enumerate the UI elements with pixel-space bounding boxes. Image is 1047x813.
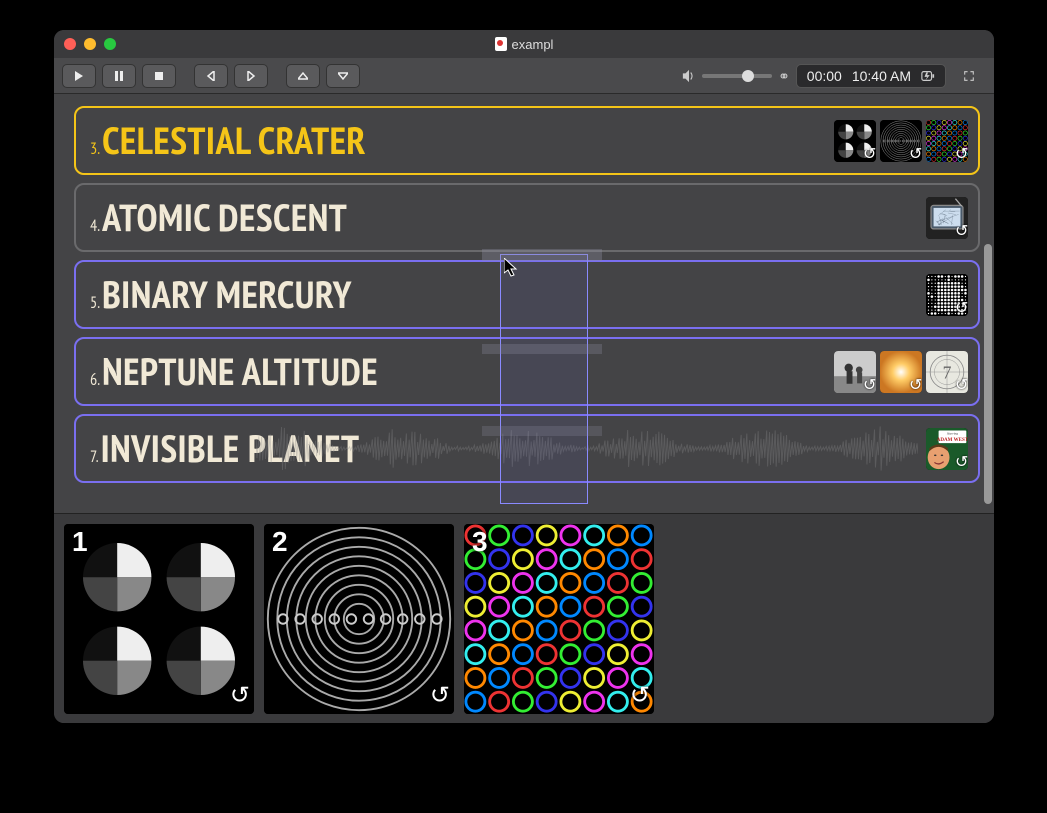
toolbar: ⚭ 00:00 10:40 AM: [54, 58, 994, 94]
track-thumb-photo[interactable]: ↺: [834, 351, 876, 393]
track-row[interactable]: 4. ATOMIC DESCENT ↺: [74, 183, 980, 252]
volume-thumb[interactable]: [742, 70, 754, 82]
traffic-lights: [64, 38, 116, 50]
preview-tray: 1↺2↺3↺: [54, 513, 994, 723]
app-window: exampl: [54, 30, 994, 723]
track-thumbs: Starring ADAM WEST ↺: [926, 428, 968, 470]
track-number: 5.: [90, 293, 100, 319]
stop-button[interactable]: [142, 64, 176, 88]
svg-text:Starring: Starring: [947, 431, 959, 435]
window-title: exampl: [54, 37, 994, 52]
close-button[interactable]: [64, 38, 76, 50]
loop-badge-icon: ↺: [955, 149, 967, 161]
loop-badge-icon: ↺: [430, 679, 450, 710]
track-row[interactable]: 3. CELESTIAL CRATER ↺ ↺ ↺: [74, 106, 980, 175]
track-number: 3.: [90, 139, 100, 165]
content-area: 3. CELESTIAL CRATER ↺ ↺ ↺ 4.: [54, 94, 994, 723]
loop-badge-icon: ↺: [230, 679, 250, 710]
play-button[interactable]: [62, 64, 96, 88]
titlebar: exampl: [54, 30, 994, 58]
loop-badge-icon: ↺: [630, 679, 650, 710]
track-title: ATOMIC DESCENT: [102, 193, 347, 242]
pause-button[interactable]: [102, 64, 136, 88]
track-list[interactable]: 3. CELESTIAL CRATER ↺ ↺ ↺ 4.: [54, 94, 994, 513]
track-thumbs: ↺: [926, 274, 968, 316]
track-thumb-mosaic[interactable]: ↺: [926, 120, 968, 162]
track-title: NEPTUNE ALTITUDE: [102, 347, 378, 396]
track-thumbs: ↺: [926, 197, 968, 239]
status-time-box: 00:00 10:40 AM: [796, 64, 946, 88]
svg-text:ADAM WEST: ADAM WEST: [937, 437, 968, 443]
track-row[interactable]: 6. NEPTUNE ALTITUDE ↺ ↺ 7 ↺: [74, 337, 980, 406]
track-thumb-countdown[interactable]: 7 ↺: [926, 351, 968, 393]
clock-time: 10:40 AM: [852, 68, 911, 84]
tray-item-pies[interactable]: 1↺: [64, 524, 254, 714]
track-thumb-adamwest[interactable]: Starring ADAM WEST ↺: [926, 428, 968, 470]
volume-icon: [682, 69, 696, 83]
tray-number: 1: [72, 526, 88, 558]
tray-item-rings[interactable]: 2↺: [264, 524, 454, 714]
loop-badge-icon: ↺: [863, 380, 875, 392]
track-title: CELESTIAL CRATER: [102, 116, 366, 165]
tray-number: 2: [272, 526, 288, 558]
track-row[interactable]: 5. BINARY MERCURY ↺: [74, 260, 980, 329]
down-button[interactable]: [326, 64, 360, 88]
track-thumb-sun[interactable]: ↺: [880, 351, 922, 393]
svg-text:7: 7: [943, 362, 952, 382]
loop-badge-icon: ↺: [863, 149, 875, 161]
track-number: 4.: [90, 216, 100, 242]
loop-badge-icon: ↺: [909, 380, 921, 392]
loop-badge-icon: ↺: [955, 457, 967, 469]
track-row[interactable]: 7. INVISIBLE PLANET Starring ADAM WEST ↺: [74, 414, 980, 483]
up-button[interactable]: [286, 64, 320, 88]
track-number: 7.: [90, 447, 99, 473]
track-title: BINARY MERCURY: [102, 270, 352, 319]
vertical-scrollbar[interactable]: [984, 244, 992, 504]
track-thumbs: ↺ ↺ ↺: [834, 120, 968, 162]
track-thumbs: ↺ ↺ 7 ↺: [834, 351, 968, 393]
track-thumb-dots[interactable]: ↺: [926, 274, 968, 316]
track-thumb-pies[interactable]: ↺: [834, 120, 876, 162]
loop-badge-icon: ↺: [955, 226, 967, 238]
elapsed-time: 00:00: [807, 68, 842, 84]
document-icon: [495, 37, 507, 51]
track-thumb-rings[interactable]: ↺: [880, 120, 922, 162]
waveform: [256, 426, 918, 471]
tray-number: 3: [472, 526, 488, 558]
loop-badge-icon: ↺: [955, 380, 967, 392]
window-title-text: exampl: [512, 37, 554, 52]
link-icon[interactable]: ⚭: [778, 67, 790, 85]
volume-control[interactable]: [682, 69, 772, 83]
prev-button[interactable]: [194, 64, 228, 88]
track-thumb-tv[interactable]: ↺: [926, 197, 968, 239]
next-button[interactable]: [234, 64, 268, 88]
volume-slider[interactable]: [702, 74, 772, 78]
maximize-button[interactable]: [104, 38, 116, 50]
tray-item-mosaic[interactable]: 3↺: [464, 524, 654, 714]
track-number: 6.: [90, 370, 100, 396]
minimize-button[interactable]: [84, 38, 96, 50]
fullscreen-button[interactable]: [952, 64, 986, 88]
battery-icon: [921, 69, 935, 83]
loop-badge-icon: ↺: [909, 149, 921, 161]
loop-badge-icon: ↺: [955, 303, 967, 315]
